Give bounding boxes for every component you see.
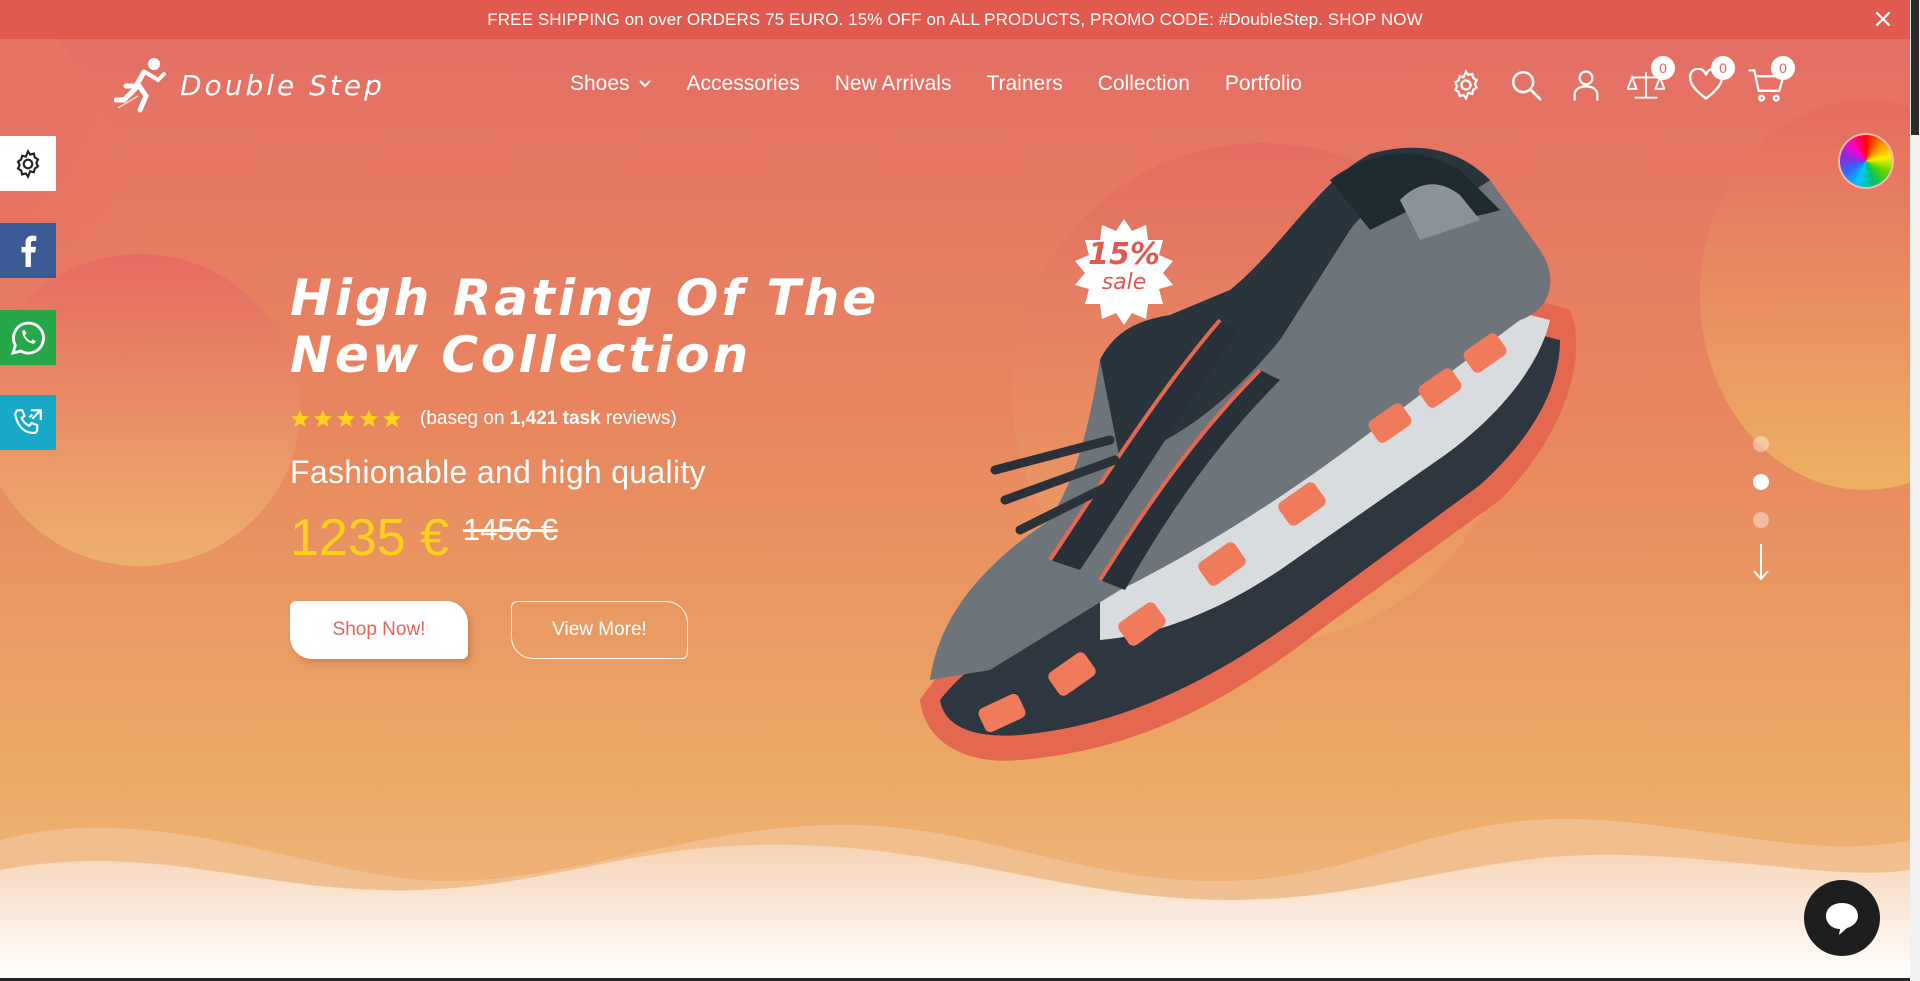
star-icon [291,410,309,427]
search-icon[interactable] [1507,66,1545,104]
call-button[interactable] [0,395,56,450]
reviews-number: 1,421 task [509,408,601,429]
star-rating [290,409,402,429]
nav-item-trainers[interactable]: Trainers [986,72,1062,96]
nav-item-new-arrivals[interactable]: New Arrivals [835,72,952,96]
promo-text[interactable]: FREE SHIPPING on over ORDERS 75 EURO. 15… [487,10,1422,30]
reviews-prefix: (baseg on [420,408,510,429]
compare-count-badge: 0 [1651,56,1675,80]
current-price: 1235 € [290,509,450,567]
compare-button[interactable]: 0 [1627,56,1675,104]
nav-item-label: Trainers [986,72,1063,95]
hero-subtitle: Fashionable and high quality [290,454,706,490]
nav-item-label: Shoes [570,72,630,95]
whatsapp-icon [10,321,45,355]
reviews-suffix: reviews) [600,408,677,429]
cart-button[interactable]: 0 [1747,56,1795,104]
slider-dot[interactable] [1753,436,1769,452]
facebook-icon [21,235,37,267]
whatsapp-button[interactable] [0,310,56,365]
user-icon[interactable] [1567,66,1605,104]
hero-title-line: New Collection [290,326,752,384]
old-price: 1456 € [463,512,558,547]
product-shoe-image[interactable] [900,140,1600,780]
header-actions: 0 0 0 [1447,56,1795,104]
nav-item-label: Accessories [686,72,800,95]
main-nav: Shoes Accessories New Arrivals Trainers … [570,72,1302,96]
nav-item-label: New Arrivals [834,72,952,95]
nav-item-label: Portfolio [1224,72,1302,95]
color-picker-wheel[interactable] [1840,135,1892,187]
phone-call-icon [14,408,42,434]
vertical-scrollbar[interactable] [1910,0,1920,981]
runner-icon [114,58,166,113]
wishlist-count-badge: 0 [1711,56,1735,80]
hero-title-line: High Rating Of The [290,269,880,327]
nav-item-portfolio[interactable]: Portfolio [1225,72,1302,96]
wishlist-button[interactable]: 0 [1687,56,1735,104]
brand-name: Double Step [180,68,385,102]
sale-word: sale [1101,270,1147,295]
star-icon [383,410,401,427]
view-more-button[interactable]: View More! [511,601,688,659]
nav-item-collection[interactable]: Collection [1098,72,1190,96]
rating-row: (baseg on 1,421 task reviews) [290,408,677,430]
facebook-button[interactable] [0,223,56,278]
shop-now-button[interactable]: Shop Now! [290,601,468,659]
gear-icon[interactable] [1447,66,1485,104]
slider-dot[interactable] [1753,512,1769,528]
nav-item-accessories[interactable]: Accessories [687,72,800,96]
close-icon[interactable] [1870,6,1896,32]
reviews-count[interactable]: (baseg on 1,421 task reviews) [420,408,677,430]
hero-title: High Rating Of The New Collection [290,270,910,384]
hero-page: FREE SHIPPING on over ORDERS 75 EURO. 15… [0,0,1910,978]
arrow-down-icon[interactable] [1752,542,1770,582]
nav-item-label: Collection [1097,72,1190,95]
chat-button[interactable] [1804,880,1880,956]
slider-dot-active[interactable] [1753,474,1769,490]
star-icon [360,410,378,427]
nav-item-shoes[interactable]: Shoes [570,72,652,96]
side-settings-button[interactable] [0,136,56,191]
star-icon [337,410,355,427]
gear-icon [16,148,40,179]
sale-percent: 15% [1088,237,1160,272]
star-icon [314,410,332,427]
chat-bubble-icon [1826,903,1858,935]
chevron-down-icon [638,80,651,88]
brand-logo[interactable]: Double Step [114,56,385,114]
cart-count-badge: 0 [1771,56,1795,80]
price-row: 1235 € 1456 € [290,508,558,568]
wave-divider [0,818,1910,978]
scrollbar-thumb[interactable] [1911,0,1919,135]
promo-bar: FREE SHIPPING on over ORDERS 75 EURO. 15… [0,0,1910,39]
